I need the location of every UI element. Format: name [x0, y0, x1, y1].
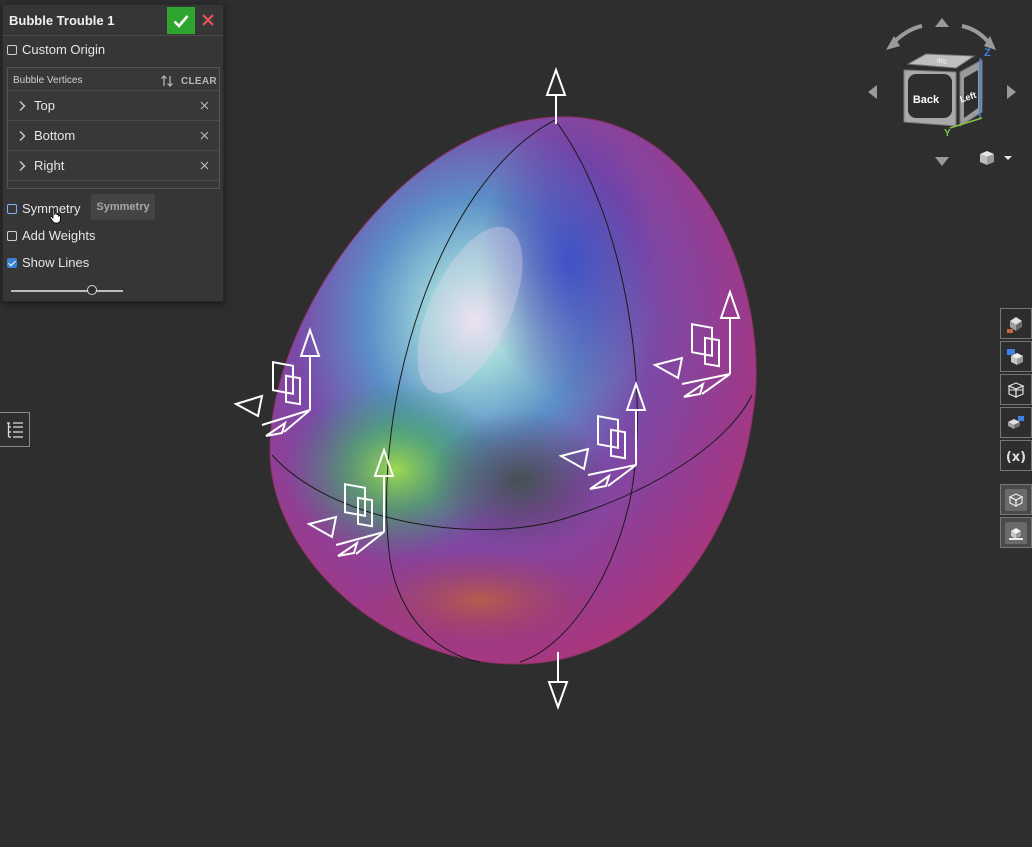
remove-icon[interactable]	[195, 131, 213, 140]
axis-z-label: Z	[984, 47, 991, 59]
chevron-down-icon	[1004, 156, 1012, 160]
list-item-label: Right	[34, 158, 65, 173]
checkmark-icon	[173, 14, 189, 28]
symmetry-option[interactable]: Symmetry	[7, 201, 81, 216]
svg-text:(x): (x)	[1006, 450, 1026, 465]
view-up-arrow[interactable]	[935, 18, 949, 27]
view-cube-button[interactable]	[1000, 341, 1032, 372]
remove-icon[interactable]	[195, 101, 213, 110]
view-options-dropdown[interactable]	[978, 150, 1014, 166]
remove-icon[interactable]	[195, 161, 213, 170]
add-weights-option[interactable]: Add Weights	[7, 228, 95, 243]
cube-top-label: Top	[937, 57, 947, 63]
bubble-vertices-header: Bubble Vertices	[13, 75, 83, 86]
dialog-header: Bubble Trouble 1	[3, 5, 223, 36]
symmetry-button[interactable]: Symmetry	[91, 194, 155, 220]
chevron-right-icon[interactable]	[18, 130, 28, 142]
top-vertex-arrow	[545, 67, 567, 124]
bubble-vertices-list[interactable]: Bubble Vertices CLEAR Top Bottom Right	[7, 67, 220, 189]
render-mode-button[interactable]	[1000, 308, 1032, 339]
feature-dialog: Bubble Trouble 1 Custom Origin Bubble Ve…	[2, 4, 224, 302]
show-lines-checkbox[interactable]	[7, 257, 17, 268]
show-lines-label: Show Lines	[22, 255, 90, 270]
cube-icon	[980, 151, 994, 165]
custom-origin-option[interactable]: Custom Origin	[7, 42, 105, 57]
cube-front-label: Back	[913, 94, 940, 106]
list-item-label: Top	[34, 98, 55, 113]
feature-list-toggle[interactable]	[0, 412, 30, 447]
appearance-icon	[1009, 527, 1023, 540]
rotate-left-arrow[interactable]	[886, 24, 923, 50]
sort-icon[interactable]	[160, 74, 174, 88]
feature-list-icon	[6, 421, 23, 438]
view-right-arrow[interactable]	[1007, 85, 1016, 99]
show-lines-option[interactable]: Show Lines	[7, 255, 89, 270]
list-item-label: Bottom	[34, 128, 76, 143]
list-item-right[interactable]: Right	[8, 150, 219, 180]
render-mode-icon	[1007, 316, 1022, 333]
custom-origin-label: Custom Origin	[22, 42, 106, 57]
rotate-right-arrow[interactable]	[961, 24, 996, 50]
section-view-icon	[1007, 381, 1025, 398]
list-item-bottom[interactable]: Bottom	[8, 120, 219, 150]
chevron-right-icon[interactable]	[18, 160, 28, 172]
display-states-button[interactable]	[1000, 407, 1032, 438]
slider-track[interactable]	[11, 290, 123, 292]
named-views-button[interactable]	[1000, 484, 1032, 515]
slider-thumb[interactable]	[86, 285, 97, 295]
section-view-button[interactable]	[1000, 374, 1032, 405]
close-icon	[202, 14, 214, 26]
list-item-partial[interactable]	[8, 180, 219, 188]
display-states-icon	[1008, 415, 1024, 429]
list-item-top[interactable]: Top	[8, 90, 219, 120]
axis-y-label: Y	[944, 128, 951, 139]
appearance-button[interactable]	[1000, 517, 1032, 548]
clear-button[interactable]: CLEAR	[181, 76, 217, 87]
variables-button[interactable]: (x)	[1000, 440, 1032, 471]
symmetry-checkbox[interactable]	[7, 203, 17, 214]
accept-button[interactable]	[167, 7, 195, 34]
dialog-title: Bubble Trouble 1	[9, 13, 115, 28]
cancel-button[interactable]	[199, 9, 217, 31]
add-weights-label: Add Weights	[22, 228, 96, 243]
variables-icon: (x)	[1006, 450, 1026, 465]
view-left-arrow[interactable]	[868, 85, 877, 99]
chevron-right-icon[interactable]	[18, 100, 28, 112]
custom-origin-checkbox[interactable]	[7, 44, 17, 55]
view-cube-icon	[1007, 348, 1023, 365]
hand-cursor-icon	[49, 208, 61, 224]
view-down-arrow[interactable]	[935, 157, 949, 166]
named-views-icon	[1008, 492, 1024, 507]
add-weights-checkbox[interactable]	[7, 230, 17, 241]
